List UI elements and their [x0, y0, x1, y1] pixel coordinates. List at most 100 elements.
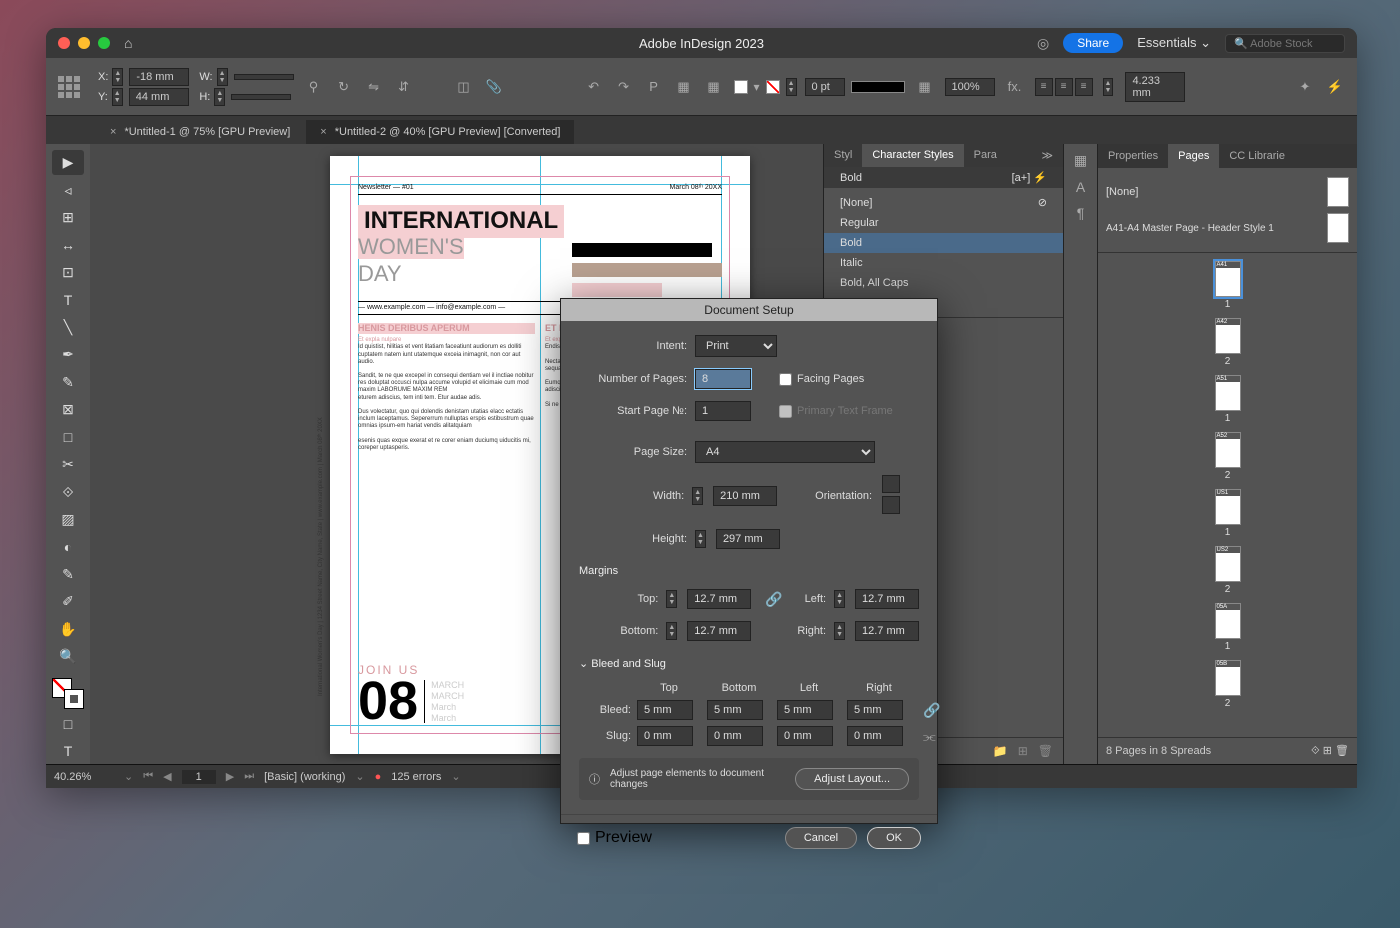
flash-icon[interactable]: ⚡	[1325, 77, 1345, 97]
effects-icon[interactable]: fx.	[1005, 77, 1025, 97]
bleed-slug-section[interactable]: ⌄ Bleed and Slug	[579, 657, 919, 670]
tips-icon[interactable]: ◎	[1037, 35, 1049, 52]
opacity-icon[interactable]: ▦	[915, 77, 935, 97]
next-page-icon[interactable]: ▶	[226, 770, 234, 783]
stroke-pt-input[interactable]: 0 pt	[805, 78, 845, 96]
corner-icon[interactable]: ◫	[454, 77, 474, 97]
pagesize-select[interactable]: A4	[695, 441, 875, 463]
hand-tool[interactable]: ✋	[52, 617, 84, 642]
gradient-feather-tool[interactable]: ◐	[52, 534, 84, 559]
page-thumb[interactable]: US22	[1215, 546, 1241, 595]
pages-tab[interactable]: Pages	[1168, 144, 1219, 168]
note-tool[interactable]: ✎	[52, 562, 84, 587]
cc-libraries-icon[interactable]: ▦	[1074, 152, 1087, 169]
zoom-tool[interactable]: 🔍	[52, 644, 84, 669]
constrain-icon[interactable]: ⚲	[304, 77, 324, 97]
slug-bottom[interactable]	[707, 726, 763, 746]
trash-icon[interactable]: 🗑	[1038, 744, 1053, 758]
format-text-icon[interactable]: T	[52, 738, 84, 763]
share-button[interactable]: Share	[1063, 33, 1123, 53]
properties-tab[interactable]: Properties	[1098, 144, 1168, 168]
link-slug-icon[interactable]: ⫘	[923, 728, 935, 745]
ok-button[interactable]: OK	[867, 827, 921, 849]
anchor-icon[interactable]: 📎	[484, 77, 504, 97]
fill-stroke-swap[interactable]	[52, 678, 84, 709]
style-item[interactable]: Bold, All Caps	[824, 273, 1063, 293]
new-page-icon[interactable]: ⊞	[1323, 745, 1332, 757]
cclib-tab[interactable]: CC Librarie	[1219, 144, 1295, 168]
free-transform-tool[interactable]: ⟐	[52, 479, 84, 504]
p-icon[interactable]: P	[644, 77, 664, 97]
page-thumb[interactable]: US11	[1215, 489, 1241, 538]
reference-point-grid[interactable]	[58, 76, 88, 98]
home-icon[interactable]: ⌂	[124, 35, 132, 51]
close-tab-icon[interactable]: ×	[320, 126, 326, 138]
y-input[interactable]: 44 mm	[129, 88, 189, 106]
line-tool[interactable]: ╲	[52, 315, 84, 340]
para-tab[interactable]: Para	[964, 144, 1007, 167]
pencil-tool[interactable]: ✎	[52, 370, 84, 395]
align-left-icon[interactable]: ≡	[1035, 78, 1053, 96]
h-input[interactable]	[231, 94, 291, 100]
char-icon[interactable]: A	[1076, 179, 1085, 195]
minimize-window-icon[interactable]	[78, 37, 90, 49]
rotate-icon[interactable]: ↻	[334, 77, 354, 97]
direct-selection-tool[interactable]: ◃	[52, 177, 84, 202]
page-options-icon[interactable]: ⟐	[1311, 745, 1320, 757]
search-input[interactable]: 🔍 Adobe Stock	[1225, 34, 1345, 53]
margin-left-input[interactable]	[855, 589, 919, 609]
content-collector-tool[interactable]: ⊡	[52, 260, 84, 285]
fill-swatch[interactable]	[734, 80, 748, 94]
bleed-right[interactable]	[847, 700, 903, 720]
gradient-swatch-tool[interactable]: ▨	[52, 507, 84, 532]
npages-input[interactable]	[695, 369, 751, 389]
master-a4[interactable]: A41-A4 Master Page - Header Style 1	[1106, 210, 1349, 246]
preview-checkbox[interactable]	[577, 832, 590, 845]
char-styles-tab[interactable]: Character Styles	[862, 144, 963, 167]
bleed-top[interactable]	[637, 700, 693, 720]
page-tool[interactable]: ⊞	[52, 205, 84, 230]
panel-more-icon[interactable]: ≫	[1031, 144, 1063, 167]
scissors-tool[interactable]: ✂	[52, 452, 84, 477]
link-margins-icon[interactable]: 🔗	[765, 591, 782, 608]
facing-pages-checkbox[interactable]	[779, 373, 792, 386]
slug-right[interactable]	[847, 726, 903, 746]
gap-tool[interactable]: ↔	[52, 232, 84, 257]
flip-v-icon[interactable]: ⇵	[394, 77, 414, 97]
style-item[interactable]: Regular	[824, 213, 1063, 233]
landscape-icon[interactable]	[882, 496, 900, 514]
wrap1-icon[interactable]: ▦	[674, 77, 694, 97]
x-input[interactable]: -18 mm	[129, 68, 189, 86]
folder-icon[interactable]: 📁	[993, 744, 1008, 758]
page-thumb[interactable]: 05B2	[1215, 660, 1241, 709]
doc-tab-1[interactable]: ×*Untitled-1 @ 75% [GPU Preview]	[96, 120, 304, 144]
last-page-icon[interactable]: ⏭	[244, 770, 254, 783]
page-thumb[interactable]: A411	[1215, 261, 1241, 310]
style-item-selected[interactable]: Bold	[824, 233, 1063, 253]
page-thumb[interactable]: A511	[1215, 375, 1241, 424]
stroke-swatch[interactable]	[766, 80, 780, 94]
errors-label[interactable]: 125 errors	[391, 771, 441, 783]
style-item[interactable]: Italic	[824, 253, 1063, 273]
prev-page-icon[interactable]: ◀	[163, 770, 171, 783]
redo-icon[interactable]: ↷	[614, 77, 634, 97]
flip-h-icon[interactable]: ⇋	[364, 77, 384, 97]
first-page-icon[interactable]: ⏮	[143, 770, 153, 783]
undo-icon[interactable]: ↶	[584, 77, 604, 97]
margin-top-input[interactable]	[687, 589, 751, 609]
intent-select[interactable]: Print	[695, 335, 777, 357]
height-input[interactable]	[716, 529, 780, 549]
type-tool[interactable]: T	[52, 287, 84, 312]
width-input[interactable]	[713, 486, 777, 506]
preflight-profile[interactable]: [Basic] (working)	[264, 771, 345, 783]
zoom-display[interactable]: 40.26%	[54, 771, 114, 783]
align-right-icon[interactable]: ≡	[1075, 78, 1093, 96]
link-bleed-icon[interactable]: 🔗	[923, 702, 935, 719]
close-window-icon[interactable]	[58, 37, 70, 49]
workspace-switcher[interactable]: Essentials ⌄	[1137, 35, 1211, 51]
close-tab-icon[interactable]: ×	[110, 126, 116, 138]
startpage-input[interactable]	[695, 401, 751, 421]
styles-tab[interactable]: Styl	[824, 144, 862, 167]
style-item[interactable]: [None]⊘	[824, 192, 1063, 213]
eyedropper-tool[interactable]: ✐	[52, 589, 84, 614]
